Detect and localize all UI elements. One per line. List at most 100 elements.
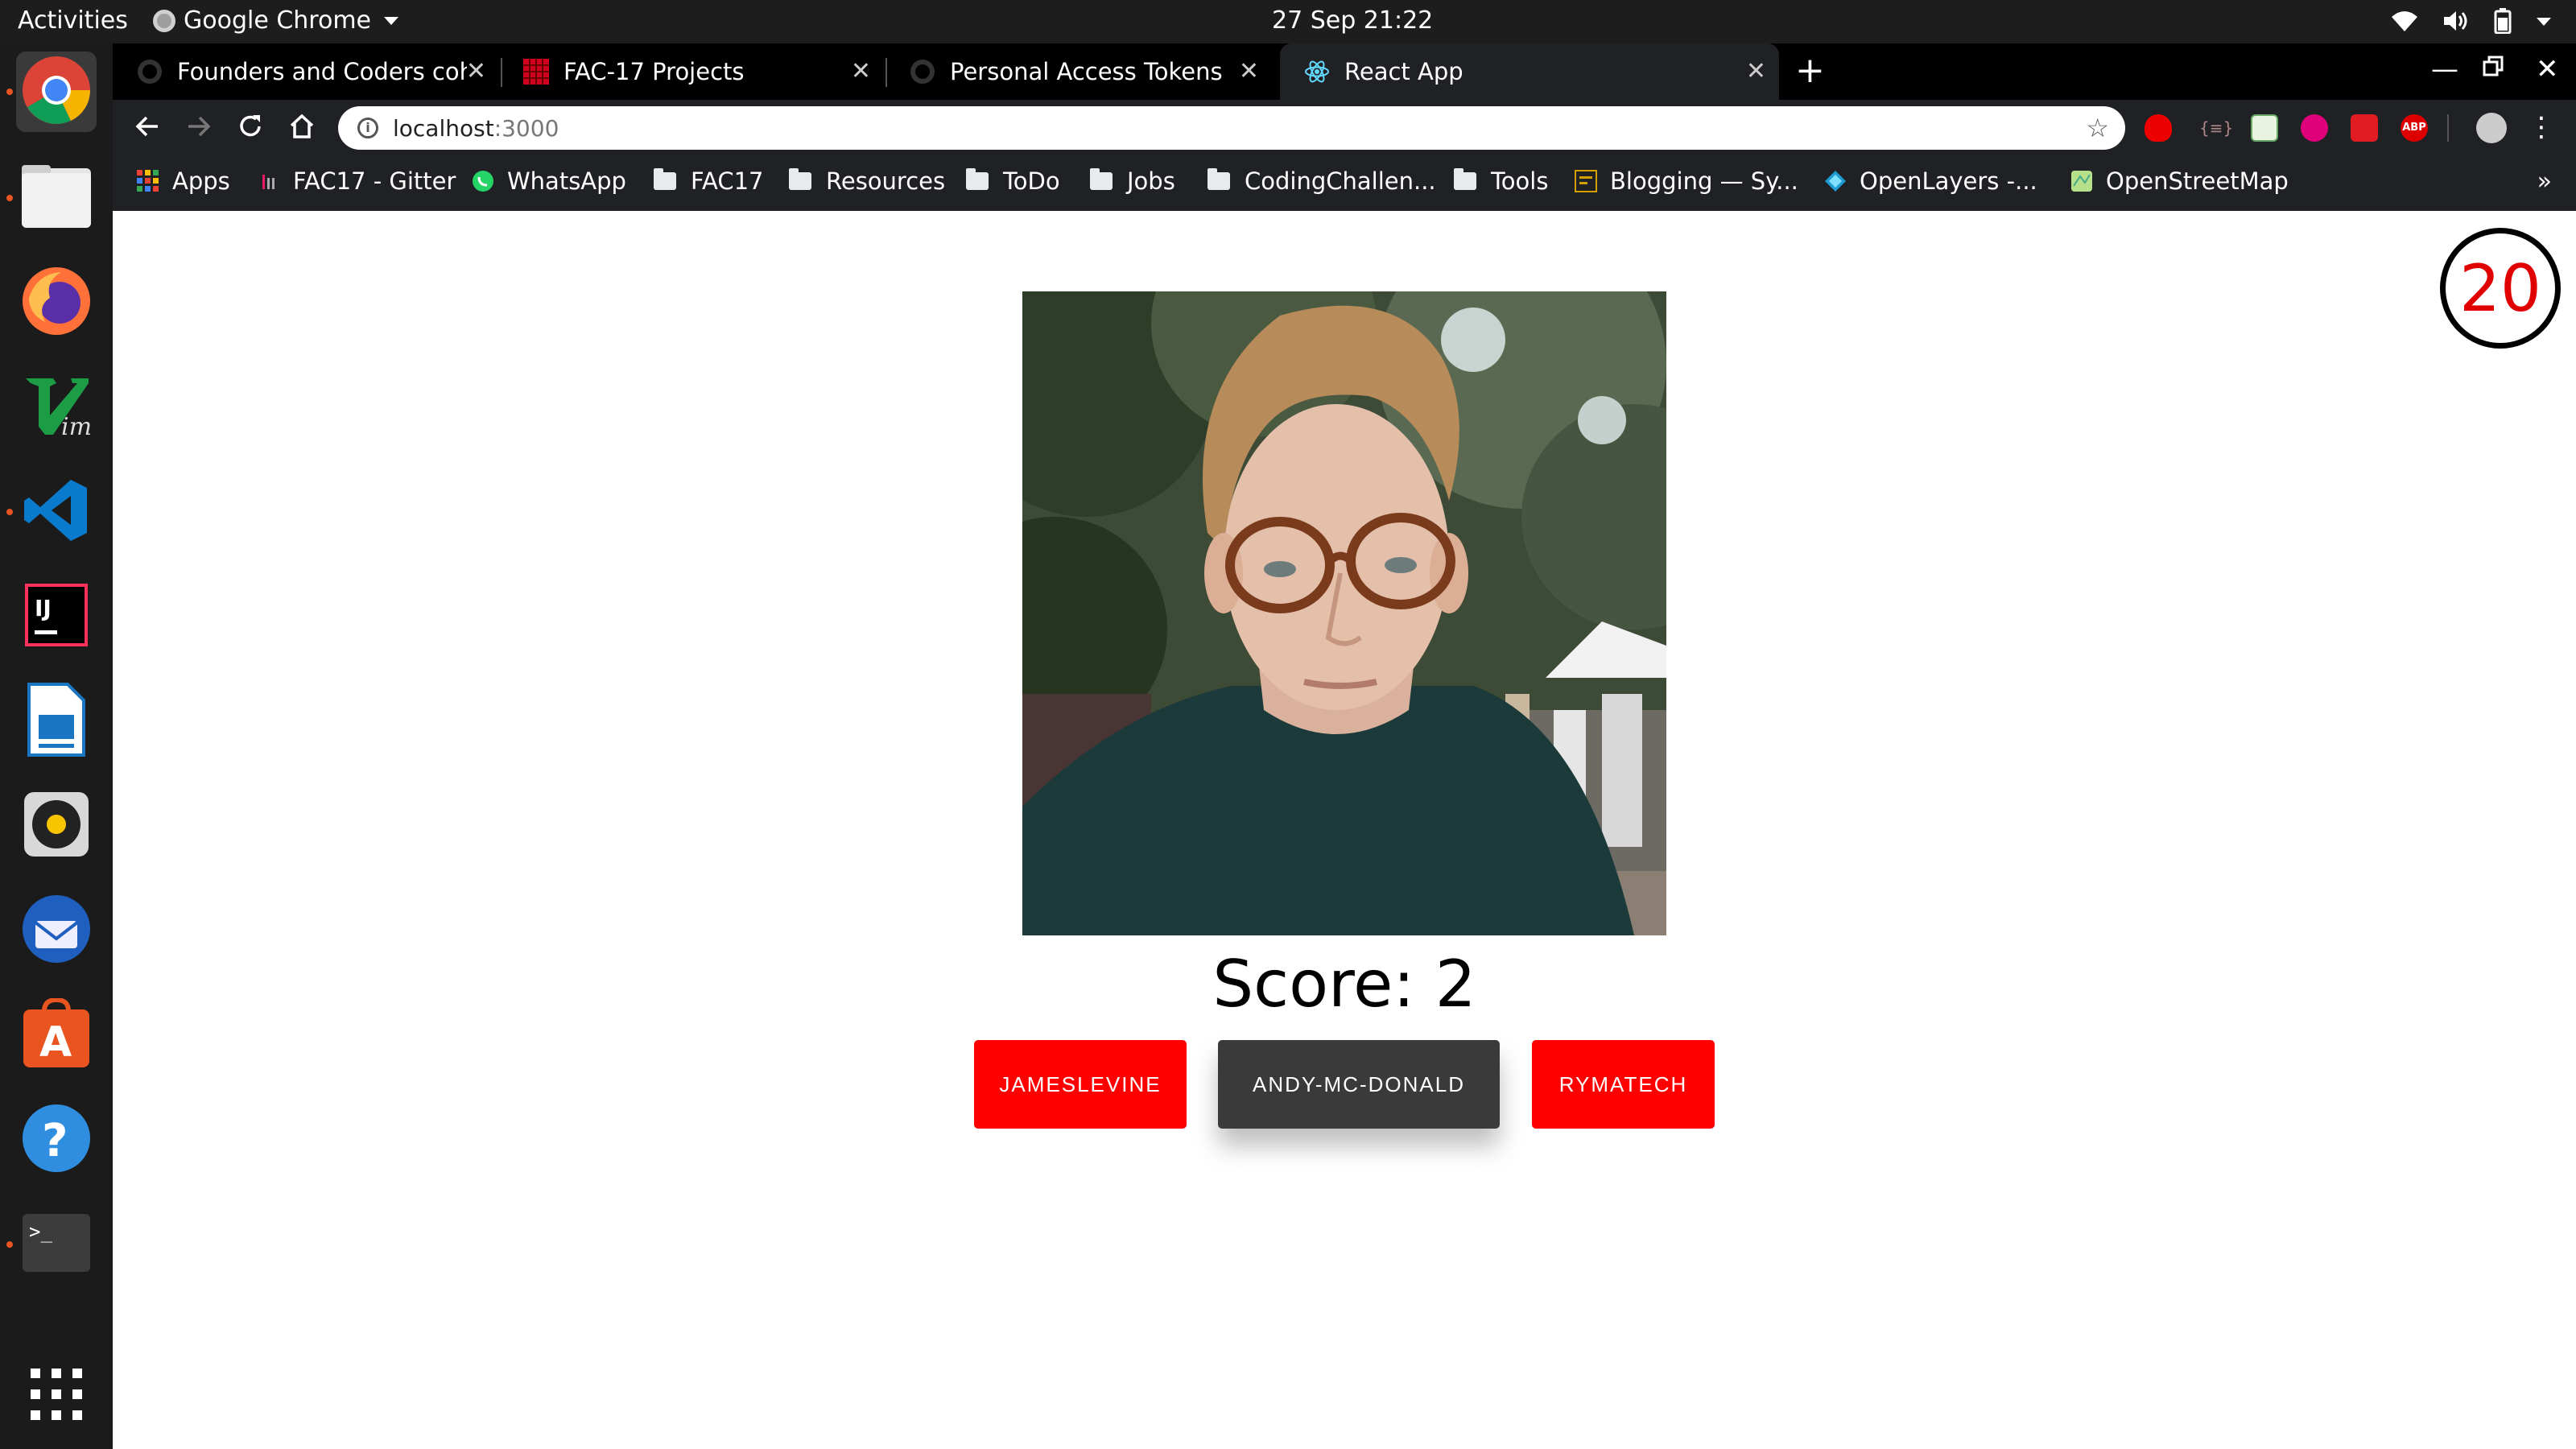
bookmark-label: Resources <box>826 167 946 195</box>
arrow-left-icon <box>134 113 161 143</box>
extension-stop-icon[interactable] <box>2145 114 2172 142</box>
new-tab-button[interactable]: + <box>1795 52 1825 90</box>
site-info-icon[interactable]: i <box>357 118 378 138</box>
svg-text:A: A <box>39 1018 72 1067</box>
extension-json-icon[interactable]: {≡} <box>2199 114 2233 142</box>
bookmark-folder-jobs[interactable]: Jobs <box>1090 167 1175 195</box>
dock-vscode[interactable] <box>16 472 97 552</box>
browser-menu-icon[interactable]: ⋮ <box>2528 111 2555 143</box>
minimize-window-icon[interactable]: — <box>2431 53 2458 85</box>
show-applications-button[interactable] <box>16 1356 97 1436</box>
bookmark-openlayers[interactable]: OpenLayers -... <box>1824 167 2037 195</box>
firefox-icon <box>21 266 92 340</box>
openlayers-icon <box>1824 170 1847 192</box>
restore-window-icon[interactable] <box>2481 53 2505 85</box>
application-dock: im IJ A ? >_ <box>0 43 113 1449</box>
dock-software[interactable]: A <box>16 995 97 1075</box>
tab-title: Founders and Coders coh <box>177 58 467 85</box>
bookmark-whatsapp[interactable]: WhatsApp <box>472 167 626 195</box>
answer-button-andy-mc-donald[interactable]: ANDY-MC-DONALD <box>1218 1040 1500 1129</box>
answer-button-jameslevine[interactable]: JAMESLEVINE <box>974 1040 1187 1129</box>
openstreetmap-icon <box>2070 170 2093 192</box>
caret-down-icon <box>384 16 398 25</box>
close-tab-icon[interactable]: ✕ <box>1239 57 1259 85</box>
vim-icon: im <box>21 370 92 444</box>
rhythmbox-icon <box>23 791 90 861</box>
page-content: Score: 2 JAMESLEVINE ANDY-MC-DONALD RYMA… <box>113 211 2576 1449</box>
dock-files[interactable] <box>16 158 97 238</box>
app-menu[interactable]: Google Chrome <box>153 6 398 35</box>
battery-icon <box>2494 8 2512 37</box>
score-display: Score: 2 <box>1212 947 1476 1022</box>
bookmark-label: OpenStreetMap <box>2106 167 2289 195</box>
dock-terminal[interactable]: >_ <box>16 1204 97 1285</box>
system-tray[interactable] <box>2391 8 2552 37</box>
bookmark-apps[interactable]: Apps <box>137 167 230 195</box>
adblock-plus-icon[interactable]: ABP <box>2401 114 2428 142</box>
reload-button[interactable] <box>233 111 267 145</box>
thunderbird-icon <box>21 894 92 968</box>
github-icon <box>910 59 935 85</box>
whatsapp-icon <box>472 170 494 192</box>
folder-icon <box>966 168 989 190</box>
app-grid-icon <box>31 1368 82 1423</box>
close-tab-icon[interactable]: ✕ <box>851 57 871 85</box>
dock-help[interactable]: ? <box>16 1100 97 1180</box>
close-tab-icon[interactable]: ✕ <box>466 57 486 85</box>
dock-vim[interactable]: im <box>16 367 97 448</box>
folder-icon <box>789 168 811 190</box>
extension-pinterest-icon[interactable] <box>2351 114 2378 142</box>
more-bookmarks-button[interactable]: » <box>2537 167 2552 196</box>
svg-text:IJ: IJ <box>35 595 52 621</box>
files-icon <box>20 163 93 233</box>
extension-record-icon[interactable] <box>2301 114 2328 142</box>
reload-icon <box>237 113 264 143</box>
bookmark-label: WhatsApp <box>507 167 626 195</box>
dock-intellij[interactable]: IJ <box>16 576 97 657</box>
chrome-icon <box>21 55 92 129</box>
profile-avatar[interactable] <box>2476 113 2507 143</box>
tab-personal-access-tokens[interactable]: Personal Access Tokens ✕ <box>886 43 1272 100</box>
home-button[interactable] <box>285 111 319 145</box>
bookmark-folder-resources[interactable]: Resources <box>789 167 945 195</box>
dock-chrome[interactable] <box>16 52 97 132</box>
tab-fac17-projects[interactable]: FAC-17 Projects ✕ <box>499 43 884 100</box>
url-text[interactable]: localhost:3000 <box>393 115 559 142</box>
forward-button[interactable] <box>182 111 216 145</box>
bookmark-folder-codingchallenges[interactable]: CodingChallen... <box>1208 167 1436 195</box>
dock-thunderbird[interactable] <box>16 890 97 971</box>
close-tab-icon[interactable]: ✕ <box>1746 57 1766 85</box>
dock-rhythmbox[interactable] <box>16 786 97 866</box>
browser-toolbar: i localhost:3000 ☆ {≡} ABP ⋮ <box>113 100 2576 156</box>
activities-button[interactable]: Activities <box>18 6 128 35</box>
dock-writer[interactable] <box>16 681 97 762</box>
clock[interactable]: 27 Sep 21:22 <box>1272 6 1433 35</box>
extension-sheet-icon[interactable] <box>2251 114 2278 142</box>
toolbar-divider <box>2447 114 2449 142</box>
bookmark-star-icon[interactable]: ☆ <box>2086 113 2109 143</box>
bookmark-openstreetmap[interactable]: OpenStreetMap <box>2070 167 2289 195</box>
close-window-icon[interactable]: ✕ <box>2536 53 2559 85</box>
bookmark-folder-todo[interactable]: ToDo <box>966 167 1060 195</box>
tab-founders-and-coders[interactable]: Founders and Coders coh ✕ <box>113 43 499 100</box>
app-menu-label: Google Chrome <box>184 6 371 35</box>
bookmark-folder-tools[interactable]: Tools <box>1454 167 1548 195</box>
running-indicator <box>6 509 13 515</box>
running-indicator <box>6 1241 13 1248</box>
bookmarks-bar: Apps FAC17 - Gitter WhatsApp FAC17 Resou… <box>113 156 2576 211</box>
home-icon <box>288 113 316 143</box>
back-button[interactable] <box>130 111 164 145</box>
tab-strip: Founders and Coders coh ✕ FAC-17 Project… <box>113 43 2576 100</box>
bookmark-fac17-gitter[interactable]: FAC17 - Gitter <box>258 167 456 195</box>
system-top-bar: Activities Google Chrome 27 Sep 21:22 <box>0 0 2576 43</box>
address-bar[interactable]: i localhost:3000 ☆ <box>338 106 2125 150</box>
bookmark-blogging[interactable]: Blogging — Sy... <box>1575 167 1798 195</box>
bookmark-folder-fac17[interactable]: FAC17 <box>654 167 764 195</box>
react-icon <box>1304 59 1330 85</box>
dock-firefox[interactable] <box>16 262 97 343</box>
blog-favicon-icon <box>1575 170 1597 192</box>
grid-favicon-icon <box>523 59 549 85</box>
tab-react-app[interactable]: React App ✕ <box>1280 43 1779 100</box>
answer-button-rymatech[interactable]: RYMATECH <box>1532 1040 1715 1129</box>
bookmark-label: OpenLayers -... <box>1860 167 2037 195</box>
